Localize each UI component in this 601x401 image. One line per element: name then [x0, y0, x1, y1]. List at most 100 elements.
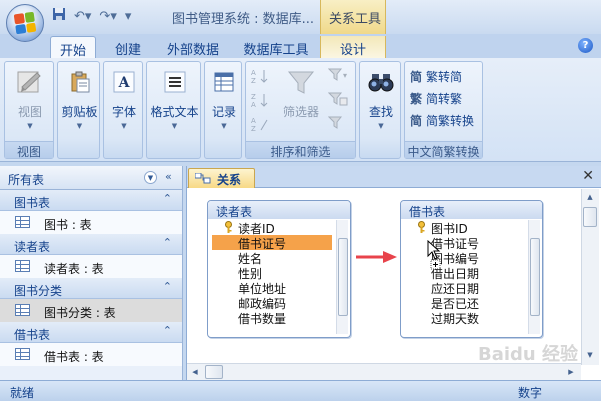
nav-item-book-categories-table[interactable]: 图书分类 : 表: [0, 299, 182, 322]
svg-text:A: A: [251, 101, 256, 108]
collapse-pane-icon[interactable]: «: [165, 170, 172, 183]
group-records: 记录 ▼: [204, 61, 242, 159]
tab-external-data[interactable]: 外部数据: [160, 36, 226, 58]
nav-group-book-categories[interactable]: 图书分类 ⌃: [0, 278, 182, 299]
scroll-left-icon[interactable]: ◀: [187, 364, 203, 380]
field-row[interactable]: 是否已还: [405, 295, 525, 311]
field-row[interactable]: 借书数量: [212, 310, 332, 326]
field-row[interactable]: 邮政编码: [212, 295, 332, 311]
vertical-scrollbar[interactable]: ▲ ▼: [581, 189, 599, 365]
tab-database-tools[interactable]: 数据库工具: [236, 36, 316, 58]
drag-arrow-icon: [356, 251, 397, 263]
clear-sort-icon[interactable]: AZ: [251, 116, 269, 135]
simplified-to-traditional-button[interactable]: 繁 简转繁: [410, 90, 462, 107]
undo-icon[interactable]: ↶▾: [74, 9, 91, 24]
office-logo-icon: [13, 11, 37, 35]
group-clipboard: 剪贴板 ▼: [57, 61, 100, 159]
scrollbar-thumb[interactable]: [205, 365, 223, 379]
sort-descending-icon[interactable]: ZA: [251, 92, 269, 111]
nav-item-books-table[interactable]: 图书 : 表: [0, 211, 182, 234]
binoculars-icon: [365, 66, 397, 98]
status-bar: 就绪 数字: [0, 380, 601, 401]
simplified-to-traditional-icon: 繁: [410, 92, 423, 106]
window-title: 图书管理系统 : 数据库...: [172, 12, 315, 27]
num-lock-indicator: 数字: [518, 386, 543, 400]
scroll-up-icon[interactable]: ▲: [582, 189, 598, 205]
tab-create[interactable]: 创建: [109, 36, 147, 58]
traditional-to-simplified-button[interactable]: 简 繁转简: [410, 68, 462, 85]
field-row[interactable]: 应还日期: [405, 280, 525, 296]
collapse-group-icon[interactable]: ⌃: [163, 236, 172, 249]
nav-pane-header[interactable]: 所有表 ▼ «: [0, 166, 182, 190]
nav-group-readers[interactable]: 读者表 ⌃: [0, 234, 182, 255]
tab-design[interactable]: 设计: [320, 36, 386, 58]
status-text: 就绪: [10, 386, 35, 400]
records-button[interactable]: 记录 ▼: [205, 66, 243, 130]
field-row[interactable]: 过期天数: [405, 310, 525, 326]
table-icon: [15, 216, 30, 228]
table-box-readers[interactable]: 读者表 读者ID 借书证号 姓名 性别 单位地址 邮政编码 借书数量: [207, 200, 351, 338]
table-box-scrollbar[interactable]: [336, 220, 348, 334]
svg-text:A: A: [118, 75, 131, 91]
chevron-down-icon[interactable]: ▼: [144, 171, 157, 184]
table-box-scrollbar[interactable]: [528, 220, 540, 334]
scroll-down-icon[interactable]: ▼: [582, 347, 598, 363]
save-icon[interactable]: [52, 7, 66, 25]
scrollbar-thumb[interactable]: [583, 207, 597, 227]
collapse-group-icon[interactable]: ⌃: [163, 280, 172, 293]
scroll-right-icon[interactable]: ▶: [563, 364, 579, 380]
field-row[interactable]: 单位地址: [212, 280, 332, 296]
collapse-group-icon[interactable]: ⌃: [163, 324, 172, 337]
view-button[interactable]: 视图 ▼: [10, 66, 50, 130]
chinese-conversion-button[interactable]: 简 简繁转换: [410, 112, 474, 129]
nav-group-borrow[interactable]: 借书表 ⌃: [0, 322, 182, 343]
group-label-sort-filter: 排序和筛选: [246, 141, 355, 159]
nav-group-books[interactable]: 图书表 ⌃: [0, 190, 182, 211]
records-icon: [208, 66, 240, 98]
collapse-group-icon[interactable]: ⌃: [163, 192, 172, 205]
drag-cursor-icon: [427, 240, 441, 270]
close-icon[interactable]: ✕: [582, 168, 594, 184]
table-box-borrow[interactable]: 借书表 图书ID 借书证号 图书编号 借出日期 应还日期 是否已还 过期天数: [400, 200, 543, 338]
scrollbar-thumb[interactable]: [530, 238, 540, 316]
table-icon: [15, 260, 30, 272]
watermark: Baidu 经验: [478, 344, 579, 365]
find-button[interactable]: 查找 ▼: [360, 66, 402, 130]
rich-text-button[interactable]: 格式文本 ▼: [147, 66, 202, 130]
clipboard-button[interactable]: 剪贴板 ▼: [58, 66, 101, 130]
svg-text:Z: Z: [251, 77, 256, 84]
group-find: 查找 ▼: [359, 61, 401, 159]
field-row[interactable]: 性别: [212, 265, 332, 281]
svg-text:Z: Z: [251, 93, 256, 101]
field-list: 图书ID 借书证号 图书编号 借出日期 应还日期 是否已还 过期天数: [405, 220, 525, 326]
chevron-down-icon: ▼: [171, 122, 178, 130]
table-box-title[interactable]: 读者表: [208, 201, 350, 219]
sort-ascending-icon[interactable]: AZ: [251, 68, 269, 87]
table-box-title[interactable]: 借书表: [401, 201, 542, 219]
customize-qat-icon[interactable]: ▾: [125, 9, 132, 24]
tab-relationships[interactable]: 关系: [188, 168, 255, 188]
filter-button[interactable]: 筛选器: [276, 66, 326, 120]
tab-home[interactable]: 开始: [50, 36, 96, 59]
field-row[interactable]: 读者ID: [212, 220, 332, 236]
field-row-selected[interactable]: 借书证号: [212, 235, 332, 251]
redo-icon[interactable]: ↷▾: [99, 9, 116, 24]
scrollbar-thumb[interactable]: [338, 238, 348, 316]
field-row[interactable]: 借出日期: [405, 265, 525, 281]
selection-filter-icon[interactable]: ▾: [327, 68, 350, 85]
group-rich-text: 格式文本 ▼: [146, 61, 201, 159]
field-row[interactable]: 借书证号: [405, 235, 525, 251]
nav-item-readers-table[interactable]: 读者表 : 表: [0, 255, 182, 278]
group-font: A 字体 ▼: [103, 61, 143, 159]
office-button[interactable]: [6, 4, 44, 42]
group-chinese-conversion: 简 繁转简 繁 简转繁 简 简繁转换 中文简繁转换: [404, 61, 483, 159]
svg-text:A: A: [251, 117, 256, 125]
nav-item-borrow-table[interactable]: 借书表 : 表: [0, 343, 182, 366]
font-button[interactable]: A 字体 ▼: [104, 66, 144, 130]
field-row[interactable]: 姓名: [212, 250, 332, 266]
field-row[interactable]: 图书编号: [405, 250, 525, 266]
help-icon[interactable]: ?: [578, 38, 593, 53]
field-row[interactable]: 图书ID: [405, 220, 525, 236]
toggle-filter-icon[interactable]: [327, 116, 350, 133]
advanced-filter-icon[interactable]: [327, 92, 350, 109]
